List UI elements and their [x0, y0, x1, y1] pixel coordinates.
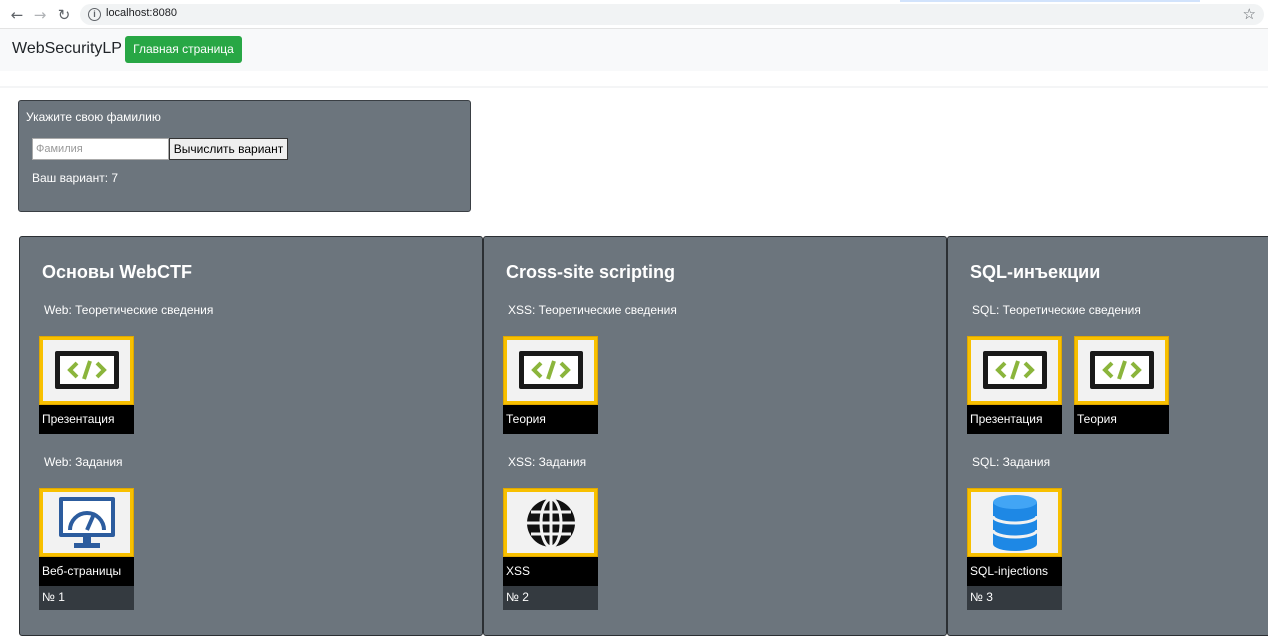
module-card-webctf: Основы WebCTF Web: Теоретические сведени…	[19, 236, 483, 636]
task-number: № 2	[503, 586, 598, 610]
theory-tile[interactable]: Презентация	[967, 336, 1062, 434]
tile-image[interactable]	[1074, 336, 1169, 405]
tile-caption[interactable]: XSS	[503, 557, 598, 586]
brand-link[interactable]: WebSecurityLP	[12, 40, 122, 58]
surname-input[interactable]: Фамилия	[32, 138, 169, 160]
code-monitor-icon	[982, 350, 1047, 389]
variant-form-title: Укажите свою фамилию	[26, 110, 161, 124]
theory-section-label: Web: Теоретические сведения	[44, 303, 214, 317]
tile-caption[interactable]: Презентация	[39, 405, 134, 434]
task-number: № 3	[967, 586, 1062, 610]
theory-tile[interactable]: Теория	[1074, 336, 1169, 434]
tasks-section-label: XSS: Задания	[508, 455, 587, 469]
module-card-sql: SQL-инъекции SQL: Теоретические сведения…	[947, 236, 1268, 636]
theory-tile[interactable]: Теория	[503, 336, 598, 434]
browser-toolbar: ← → ↻ i localhost:8080 ☆	[0, 0, 1268, 29]
module-title: Основы WebCTF	[42, 262, 192, 282]
module-title: SQL-инъекции	[970, 262, 1101, 282]
task-tile[interactable]: XSS № 2	[503, 488, 598, 610]
reload-icon[interactable]: ↻	[55, 6, 73, 24]
tile-image[interactable]	[503, 336, 598, 405]
globe-icon	[526, 497, 575, 548]
app-navbar: WebSecurityLP Главная страница	[0, 29, 1268, 71]
tile-image[interactable]	[967, 336, 1062, 405]
calculate-variant-button[interactable]: Вычислить вариант	[169, 138, 288, 160]
tile-caption[interactable]: Веб-страницы	[39, 557, 134, 586]
web-monitor-icon	[58, 496, 115, 548]
variant-result: Ваш вариант: 7	[32, 171, 119, 185]
tile-image[interactable]	[39, 488, 134, 557]
tile-caption[interactable]: Презентация	[967, 405, 1062, 434]
task-number: № 1	[39, 586, 134, 610]
forward-arrow-icon[interactable]: →	[31, 6, 49, 24]
home-page-button[interactable]: Главная страница	[125, 36, 242, 63]
theory-section-label: XSS: Теоретические сведения	[508, 303, 677, 317]
tile-image[interactable]	[967, 488, 1062, 557]
back-arrow-icon[interactable]: ←	[8, 6, 26, 24]
database-icon	[991, 494, 1038, 551]
code-monitor-icon	[54, 350, 119, 389]
tasks-section-label: Web: Задания	[44, 455, 123, 469]
info-icon[interactable]: i	[88, 8, 101, 21]
tile-image[interactable]	[503, 488, 598, 557]
tasks-section-label: SQL: Задания	[972, 455, 1051, 469]
address-bar[interactable]: i localhost:8080 ☆	[80, 4, 1264, 25]
module-title: Cross-site scripting	[506, 262, 676, 282]
task-tile[interactable]: Веб-страницы № 1	[39, 488, 134, 610]
tile-image[interactable]	[39, 336, 134, 405]
url-text[interactable]: localhost:8080	[106, 7, 177, 19]
theory-tile[interactable]: Презентация	[39, 336, 134, 434]
divider	[0, 86, 1268, 88]
code-monitor-icon	[1089, 350, 1154, 389]
tile-caption[interactable]: Теория	[1074, 405, 1169, 434]
tile-caption[interactable]: Теория	[503, 405, 598, 434]
task-tile[interactable]: SQL-injections № 3	[967, 488, 1062, 610]
bookmark-star-icon[interactable]: ☆	[1243, 5, 1256, 23]
tile-caption[interactable]: SQL-injections	[967, 557, 1062, 586]
loading-strip	[900, 0, 1200, 2]
theory-section-label: SQL: Теоретические сведения	[972, 303, 1141, 317]
module-card-xss: Cross-site scripting XSS: Теоретические …	[483, 236, 947, 636]
variant-form: Укажите свою фамилию Фамилия Вычислить в…	[18, 100, 471, 212]
code-monitor-icon	[518, 350, 583, 389]
